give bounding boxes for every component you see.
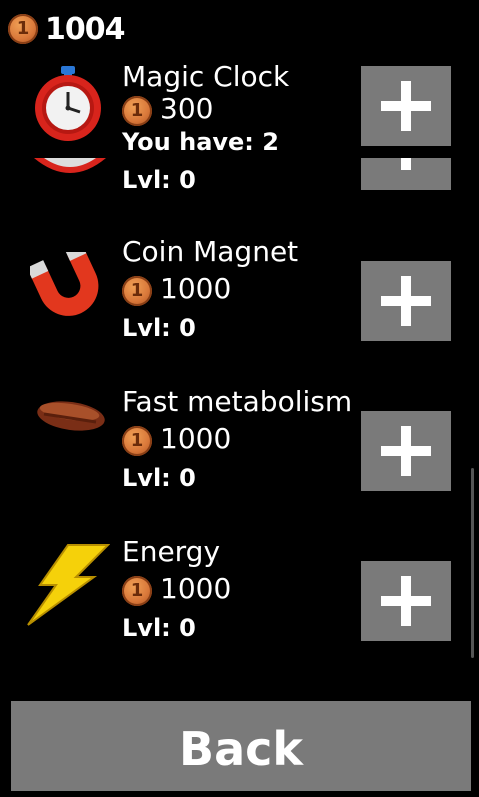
item-price: 300 [160,92,214,125]
item-name: Coin Magnet [122,235,299,268]
back-button[interactable]: Back [11,701,471,791]
upgrade-button-clipped[interactable] [361,158,451,190]
item-level: Lvl: 0 [122,614,196,642]
coin-icon: 1 [8,14,38,44]
upgrade-button-fast-metabolism[interactable] [361,411,451,491]
item-name: Fast metabolism [122,385,353,418]
item-price: 1000 [160,572,232,605]
stopwatch-icon [34,158,106,173]
upgrade-button-energy[interactable] [361,561,451,641]
coin-icon: 1 [122,426,152,456]
magnet-icon [30,252,99,316]
lightning-icon [27,544,110,626]
item-level: Lvl: 0 [122,166,196,194]
sausage-icon [37,401,105,431]
item-level: Lvl: 0 [122,314,196,342]
coin-icon: 1 [122,576,152,606]
item-name: Magic Clock [122,60,290,93]
coin-icon: 1 [122,96,152,126]
scrollbar[interactable] [471,468,474,658]
item-price: 1000 [160,422,232,455]
stopwatch-icon [35,66,101,141]
item-owned-count: You have: 2 [122,128,279,156]
upgrade-button-coin-magnet[interactable] [361,261,451,341]
item-name: Energy [122,535,221,568]
coin-icon: 1 [122,276,152,306]
item-level: Lvl: 0 [122,464,196,492]
upgrade-button-magic-clock[interactable] [361,66,451,146]
coin-balance: 1004 [45,12,125,47]
item-price: 1000 [160,272,232,305]
